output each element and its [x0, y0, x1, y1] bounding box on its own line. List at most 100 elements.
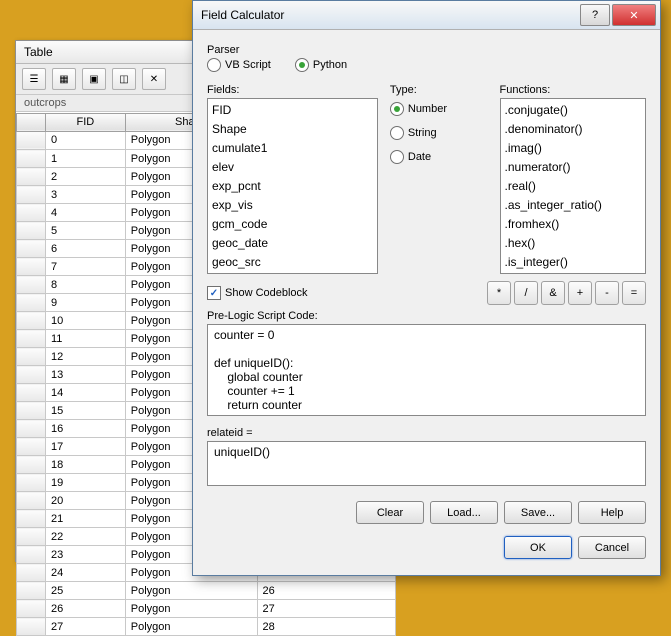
row-selector[interactable] — [17, 276, 46, 294]
field-item[interactable]: FID — [212, 101, 373, 120]
row-selector[interactable] — [17, 294, 46, 312]
cell: 6 — [46, 240, 126, 258]
save-button[interactable]: Save... — [504, 501, 572, 524]
function-item[interactable]: .as_integer_ratio() — [505, 196, 641, 215]
row-selector[interactable] — [17, 168, 46, 186]
cell: 20 — [46, 492, 126, 510]
row-selector[interactable] — [17, 240, 46, 258]
row-selector[interactable] — [17, 420, 46, 438]
parser-vbscript-radio[interactable]: VB Script — [207, 58, 271, 72]
row-selector[interactable] — [17, 258, 46, 276]
row-selector-header[interactable] — [17, 113, 46, 131]
row-selector[interactable] — [17, 204, 46, 222]
field-item[interactable]: elev — [212, 158, 373, 177]
row-selector[interactable] — [17, 402, 46, 420]
fields-listbox[interactable]: FIDShapecumulate1elevexp_pcntexp_visgcm_… — [207, 98, 378, 274]
close-icon[interactable]: ✕ — [612, 4, 656, 26]
toolbar-switch-icon[interactable]: ◫ — [112, 68, 136, 90]
cell: 24 — [46, 564, 126, 582]
field-item[interactable]: exp_vis — [212, 196, 373, 215]
parser-label: Parser — [207, 44, 646, 56]
ok-button[interactable]: OK — [504, 536, 572, 559]
field-item[interactable]: geoc_date — [212, 234, 373, 253]
cell: 16 — [46, 420, 126, 438]
type-number-radio[interactable]: Number — [390, 102, 488, 116]
operator-button[interactable]: * — [487, 281, 511, 305]
function-item[interactable]: .hex() — [505, 234, 641, 253]
cell: 0 — [46, 131, 126, 150]
field-item[interactable]: Shape — [212, 120, 373, 139]
row-selector[interactable] — [17, 600, 46, 618]
cell: 14 — [46, 384, 126, 402]
cell: 22 — [46, 528, 126, 546]
row-selector[interactable] — [17, 366, 46, 384]
functions-listbox[interactable]: .conjugate().denominator().imag().numera… — [500, 98, 646, 274]
toolbar-options-icon[interactable]: ▦ — [52, 68, 76, 90]
cancel-button[interactable]: Cancel — [578, 536, 646, 559]
show-codeblock-checkbox[interactable]: ✓Show Codeblock — [207, 286, 308, 300]
operator-button[interactable]: / — [514, 281, 538, 305]
fields-label: Fields: — [207, 84, 378, 96]
expression-label: relateid = — [207, 427, 646, 439]
field-item[interactable]: cumulate1 — [212, 139, 373, 158]
table-row[interactable]: 25Polygon26 — [17, 582, 396, 600]
toolbar-menu-icon[interactable]: ☰ — [22, 68, 46, 90]
parser-python-radio[interactable]: Python — [295, 58, 347, 72]
field-item[interactable]: geoc_src — [212, 253, 373, 272]
row-selector[interactable] — [17, 131, 46, 150]
function-item[interactable]: .conjugate() — [505, 101, 641, 120]
row-selector[interactable] — [17, 330, 46, 348]
type-date-radio[interactable]: Date — [390, 150, 488, 164]
row-selector[interactable] — [17, 186, 46, 204]
row-selector[interactable] — [17, 474, 46, 492]
function-item[interactable]: .fromhex() — [505, 215, 641, 234]
cell: 3 — [46, 186, 126, 204]
cell: 27 — [257, 600, 395, 618]
toolbar-clear-icon[interactable]: ✕ — [142, 68, 166, 90]
table-row[interactable]: 26Polygon27 — [17, 600, 396, 618]
cell: Polygon — [125, 618, 257, 636]
row-selector[interactable] — [17, 456, 46, 474]
clear-button[interactable]: Clear — [356, 501, 424, 524]
help-button[interactable]: Help — [578, 501, 646, 524]
function-item[interactable]: .is_integer() — [505, 253, 641, 272]
row-selector[interactable] — [17, 384, 46, 402]
operator-button[interactable]: - — [595, 281, 619, 305]
type-label: Type: — [390, 84, 488, 96]
function-item[interactable]: math.acos() — [505, 272, 641, 274]
help-button-icon[interactable]: ? — [580, 4, 610, 26]
cell: Polygon — [125, 582, 257, 600]
row-selector[interactable] — [17, 348, 46, 366]
function-item[interactable]: .imag() — [505, 139, 641, 158]
load-button[interactable]: Load... — [430, 501, 498, 524]
expression-input[interactable] — [207, 441, 646, 486]
table-row[interactable]: 27Polygon28 — [17, 618, 396, 636]
row-selector[interactable] — [17, 492, 46, 510]
function-item[interactable]: .denominator() — [505, 120, 641, 139]
field-item[interactable]: exp_pcnt — [212, 177, 373, 196]
operator-button[interactable]: & — [541, 281, 565, 305]
cell: 25 — [46, 582, 126, 600]
row-selector[interactable] — [17, 312, 46, 330]
type-string-radio[interactable]: String — [390, 126, 488, 140]
cell: 17 — [46, 438, 126, 456]
row-selector[interactable] — [17, 618, 46, 636]
operator-buttons: */&+-= — [487, 281, 646, 305]
row-selector[interactable] — [17, 438, 46, 456]
row-selector[interactable] — [17, 582, 46, 600]
row-selector[interactable] — [17, 222, 46, 240]
function-item[interactable]: .real() — [505, 177, 641, 196]
field-item[interactable]: gcm_code — [212, 215, 373, 234]
function-item[interactable]: .numerator() — [505, 158, 641, 177]
operator-button[interactable]: + — [568, 281, 592, 305]
row-selector[interactable] — [17, 150, 46, 168]
row-selector[interactable] — [17, 564, 46, 582]
prelogic-code-input[interactable] — [207, 324, 646, 416]
row-selector[interactable] — [17, 546, 46, 564]
row-selector[interactable] — [17, 510, 46, 528]
column-header[interactable]: FID — [46, 113, 126, 131]
operator-button[interactable]: = — [622, 281, 646, 305]
toolbar-select-icon[interactable]: ▣ — [82, 68, 106, 90]
dialog-titlebar[interactable]: Field Calculator ? ✕ — [193, 1, 660, 30]
row-selector[interactable] — [17, 528, 46, 546]
